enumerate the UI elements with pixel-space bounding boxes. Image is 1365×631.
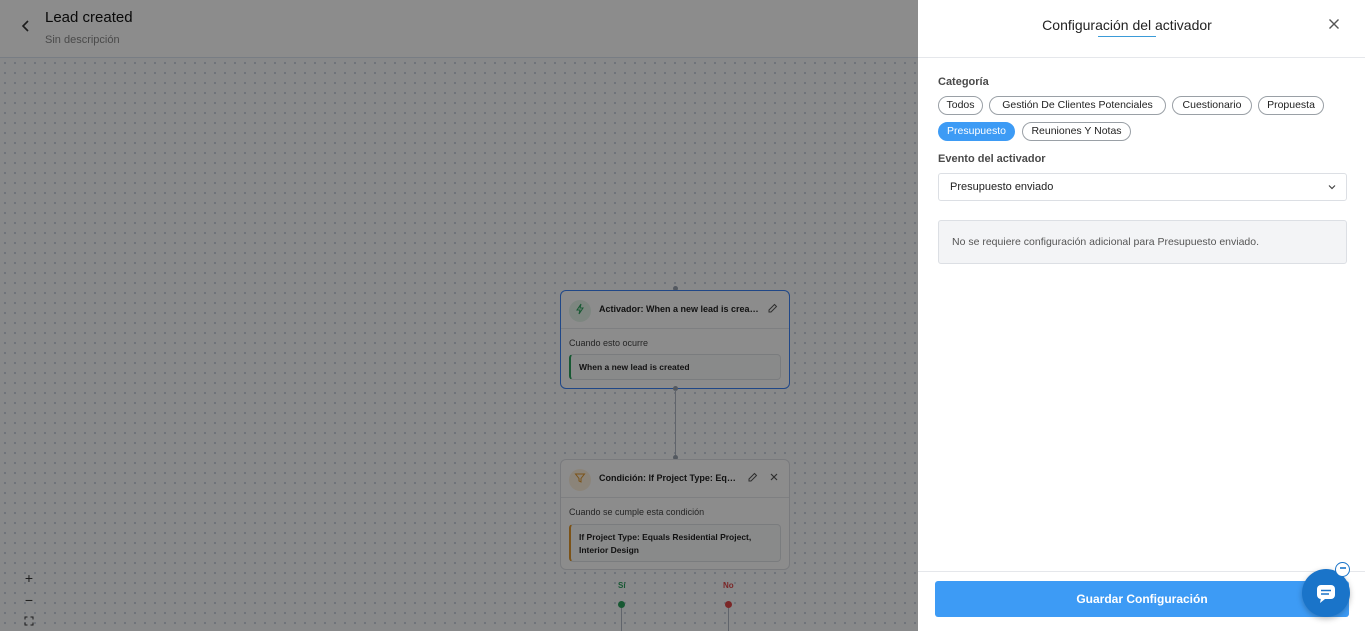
info-text: No se requiere configuración adicional p…: [952, 236, 1260, 248]
category-chip-todos[interactable]: Todos: [938, 96, 983, 115]
minus-icon: [1339, 567, 1346, 569]
category-chip-reuniones[interactable]: Reuniones Y Notas: [1022, 122, 1131, 141]
modal-overlay[interactable]: [0, 0, 918, 631]
title-underline: [1098, 36, 1156, 37]
category-chip-presupuesto[interactable]: Presupuesto: [938, 122, 1015, 141]
category-chip-gestion[interactable]: Gestión De Clientes Potenciales: [989, 96, 1166, 115]
category-label: Categoría: [938, 76, 989, 88]
event-label: Evento del activador: [938, 153, 1046, 165]
trigger-config-panel: Configuración del activador Categoría To…: [918, 0, 1365, 631]
event-select-value: Presupuesto enviado: [950, 181, 1054, 193]
category-chip-cuestionario[interactable]: Cuestionario: [1172, 96, 1252, 115]
chat-minimize-button[interactable]: [1335, 562, 1350, 577]
chevron-down-icon: [1328, 185, 1336, 190]
close-panel-button[interactable]: [1324, 15, 1344, 35]
info-box: No se requiere configuración adicional p…: [938, 220, 1347, 264]
footer-divider: [918, 571, 1365, 572]
event-select[interactable]: Presupuesto enviado: [938, 173, 1347, 201]
save-config-button[interactable]: Guardar Configuración: [935, 581, 1349, 617]
close-icon: [1329, 19, 1339, 29]
panel-header: Configuración del activador: [918, 0, 1365, 58]
category-chip-propuesta[interactable]: Propuesta: [1258, 96, 1324, 115]
panel-title: Configuración del activador: [1042, 17, 1212, 33]
